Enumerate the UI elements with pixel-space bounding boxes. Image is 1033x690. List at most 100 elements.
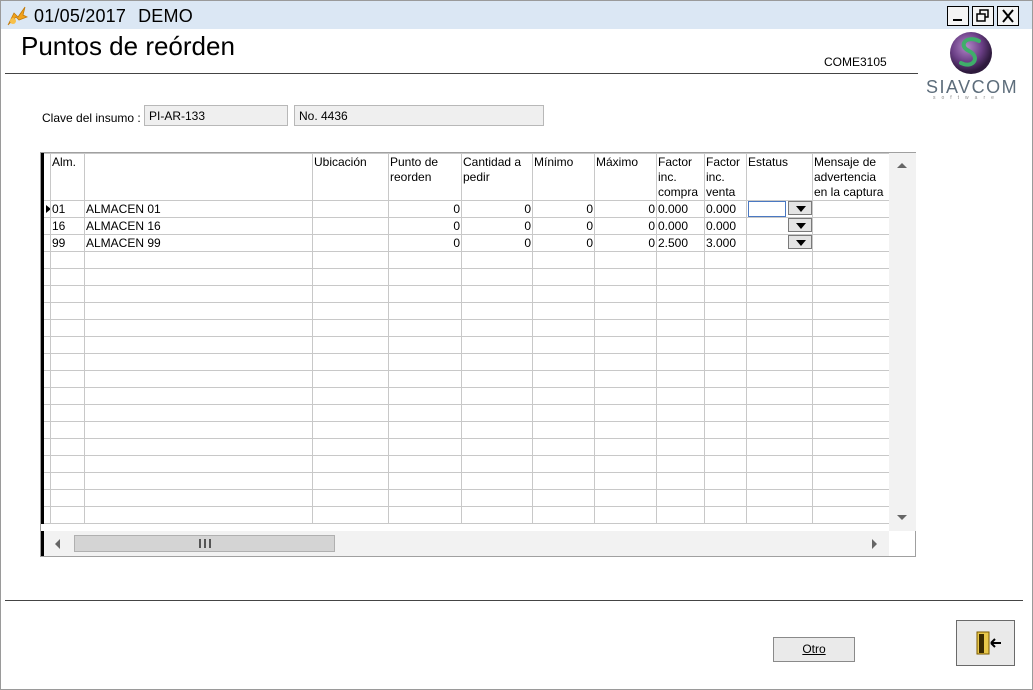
cell-minimo[interactable]: [532, 387, 595, 405]
cell-mensaje[interactable]: [812, 438, 889, 456]
table-row[interactable]: [41, 472, 889, 490]
cell-estatus[interactable]: [746, 370, 813, 388]
cell-mensaje[interactable]: [812, 251, 889, 269]
cell-nombre[interactable]: [84, 438, 313, 456]
cell-cantidad-pedir[interactable]: [461, 489, 533, 507]
cell-cantidad-pedir[interactable]: [461, 268, 533, 286]
row-indicator[interactable]: [41, 455, 51, 473]
cell-punto-reorden[interactable]: [388, 438, 462, 456]
cell-mensaje[interactable]: [812, 387, 889, 405]
table-row[interactable]: [41, 302, 889, 320]
cell-alm[interactable]: [50, 268, 85, 286]
cell-alm[interactable]: [50, 387, 85, 405]
cell-maximo[interactable]: [594, 387, 657, 405]
table-row[interactable]: [41, 455, 889, 473]
row-indicator[interactable]: [41, 404, 51, 422]
cell-estatus[interactable]: [746, 302, 813, 320]
cell-nombre[interactable]: [84, 285, 313, 303]
cell-maximo[interactable]: [594, 404, 657, 422]
cell-factor-compra[interactable]: [656, 455, 705, 473]
cell-punto-reorden[interactable]: [388, 302, 462, 320]
row-indicator[interactable]: [41, 285, 51, 303]
cell-maximo[interactable]: [594, 268, 657, 286]
cell-cantidad-pedir[interactable]: [461, 455, 533, 473]
table-row[interactable]: [41, 506, 889, 524]
cell-punto-reorden[interactable]: [388, 506, 462, 524]
cell-punto-reorden[interactable]: [388, 455, 462, 473]
cell-mensaje[interactable]: [812, 217, 889, 235]
table-row[interactable]: 99 ALMACEN 99 0 0 0 0 2.500 3.000: [41, 234, 889, 252]
cell-punto-reorden[interactable]: [388, 251, 462, 269]
cell-maximo[interactable]: 0: [594, 234, 657, 252]
table-row[interactable]: [41, 489, 889, 507]
cell-factor-compra[interactable]: [656, 506, 705, 524]
estatus-input[interactable]: [748, 201, 786, 217]
cell-nombre[interactable]: ALMACEN 01: [84, 200, 313, 218]
cell-minimo[interactable]: [532, 421, 595, 439]
cell-cantidad-pedir[interactable]: [461, 251, 533, 269]
cell-nombre[interactable]: [84, 353, 313, 371]
cell-maximo[interactable]: [594, 285, 657, 303]
scroll-down-icon[interactable]: [889, 509, 916, 529]
cell-mensaje[interactable]: [812, 319, 889, 337]
cell-alm[interactable]: [50, 336, 85, 354]
cell-ubicacion[interactable]: [312, 387, 389, 405]
table-row[interactable]: [41, 319, 889, 337]
table-row[interactable]: [41, 336, 889, 354]
cell-factor-venta[interactable]: [704, 421, 747, 439]
cell-punto-reorden[interactable]: 0: [388, 234, 462, 252]
cell-minimo[interactable]: [532, 489, 595, 507]
cell-factor-venta[interactable]: 3.000: [704, 234, 747, 252]
row-indicator[interactable]: [41, 472, 51, 490]
cell-nombre[interactable]: [84, 370, 313, 388]
cell-ubicacion[interactable]: [312, 217, 389, 235]
row-indicator[interactable]: [41, 319, 51, 337]
cell-factor-compra[interactable]: [656, 336, 705, 354]
cell-alm[interactable]: 99: [50, 234, 85, 252]
vertical-scrollbar[interactable]: [889, 153, 916, 531]
cell-alm[interactable]: [50, 472, 85, 490]
cell-cantidad-pedir[interactable]: [461, 353, 533, 371]
cell-nombre[interactable]: [84, 421, 313, 439]
cell-factor-compra[interactable]: [656, 268, 705, 286]
col-header-alm[interactable]: Alm.: [50, 153, 85, 201]
cell-minimo[interactable]: [532, 336, 595, 354]
table-row[interactable]: [41, 438, 889, 456]
cell-minimo[interactable]: [532, 455, 595, 473]
table-row[interactable]: [41, 370, 889, 388]
col-header-nombre[interactable]: [84, 153, 313, 201]
cell-minimo[interactable]: [532, 370, 595, 388]
cell-mensaje[interactable]: [812, 285, 889, 303]
col-header-ubicacion[interactable]: Ubicación: [312, 153, 389, 201]
cell-estatus[interactable]: [746, 353, 813, 371]
cell-factor-compra[interactable]: [656, 370, 705, 388]
cell-mensaje[interactable]: [812, 234, 889, 252]
cell-punto-reorden[interactable]: [388, 268, 462, 286]
cell-factor-compra[interactable]: [656, 302, 705, 320]
cell-ubicacion[interactable]: [312, 268, 389, 286]
cell-estatus[interactable]: [746, 268, 813, 286]
cell-estatus[interactable]: [746, 234, 813, 252]
row-indicator[interactable]: [41, 200, 51, 218]
row-indicator[interactable]: [41, 353, 51, 371]
cell-mensaje[interactable]: [812, 336, 889, 354]
cell-punto-reorden[interactable]: [388, 421, 462, 439]
table-row[interactable]: 16 ALMACEN 16 0 0 0 0 0.000 0.000: [41, 217, 889, 235]
col-header-maximo[interactable]: Máximo: [594, 153, 657, 201]
cell-minimo[interactable]: [532, 438, 595, 456]
cell-cantidad-pedir[interactable]: [461, 421, 533, 439]
cell-minimo[interactable]: 0: [532, 217, 595, 235]
cell-maximo[interactable]: [594, 353, 657, 371]
cell-cantidad-pedir[interactable]: [461, 404, 533, 422]
cell-ubicacion[interactable]: [312, 336, 389, 354]
cell-alm[interactable]: 16: [50, 217, 85, 235]
cell-factor-compra[interactable]: [656, 319, 705, 337]
col-header-punto-reorden[interactable]: Punto de reorden: [388, 153, 462, 201]
cell-factor-venta[interactable]: [704, 489, 747, 507]
cell-cantidad-pedir[interactable]: [461, 370, 533, 388]
table-row[interactable]: [41, 353, 889, 371]
cell-nombre[interactable]: [84, 489, 313, 507]
cell-maximo[interactable]: [594, 421, 657, 439]
cell-minimo[interactable]: 0: [532, 200, 595, 218]
cell-factor-compra[interactable]: [656, 438, 705, 456]
